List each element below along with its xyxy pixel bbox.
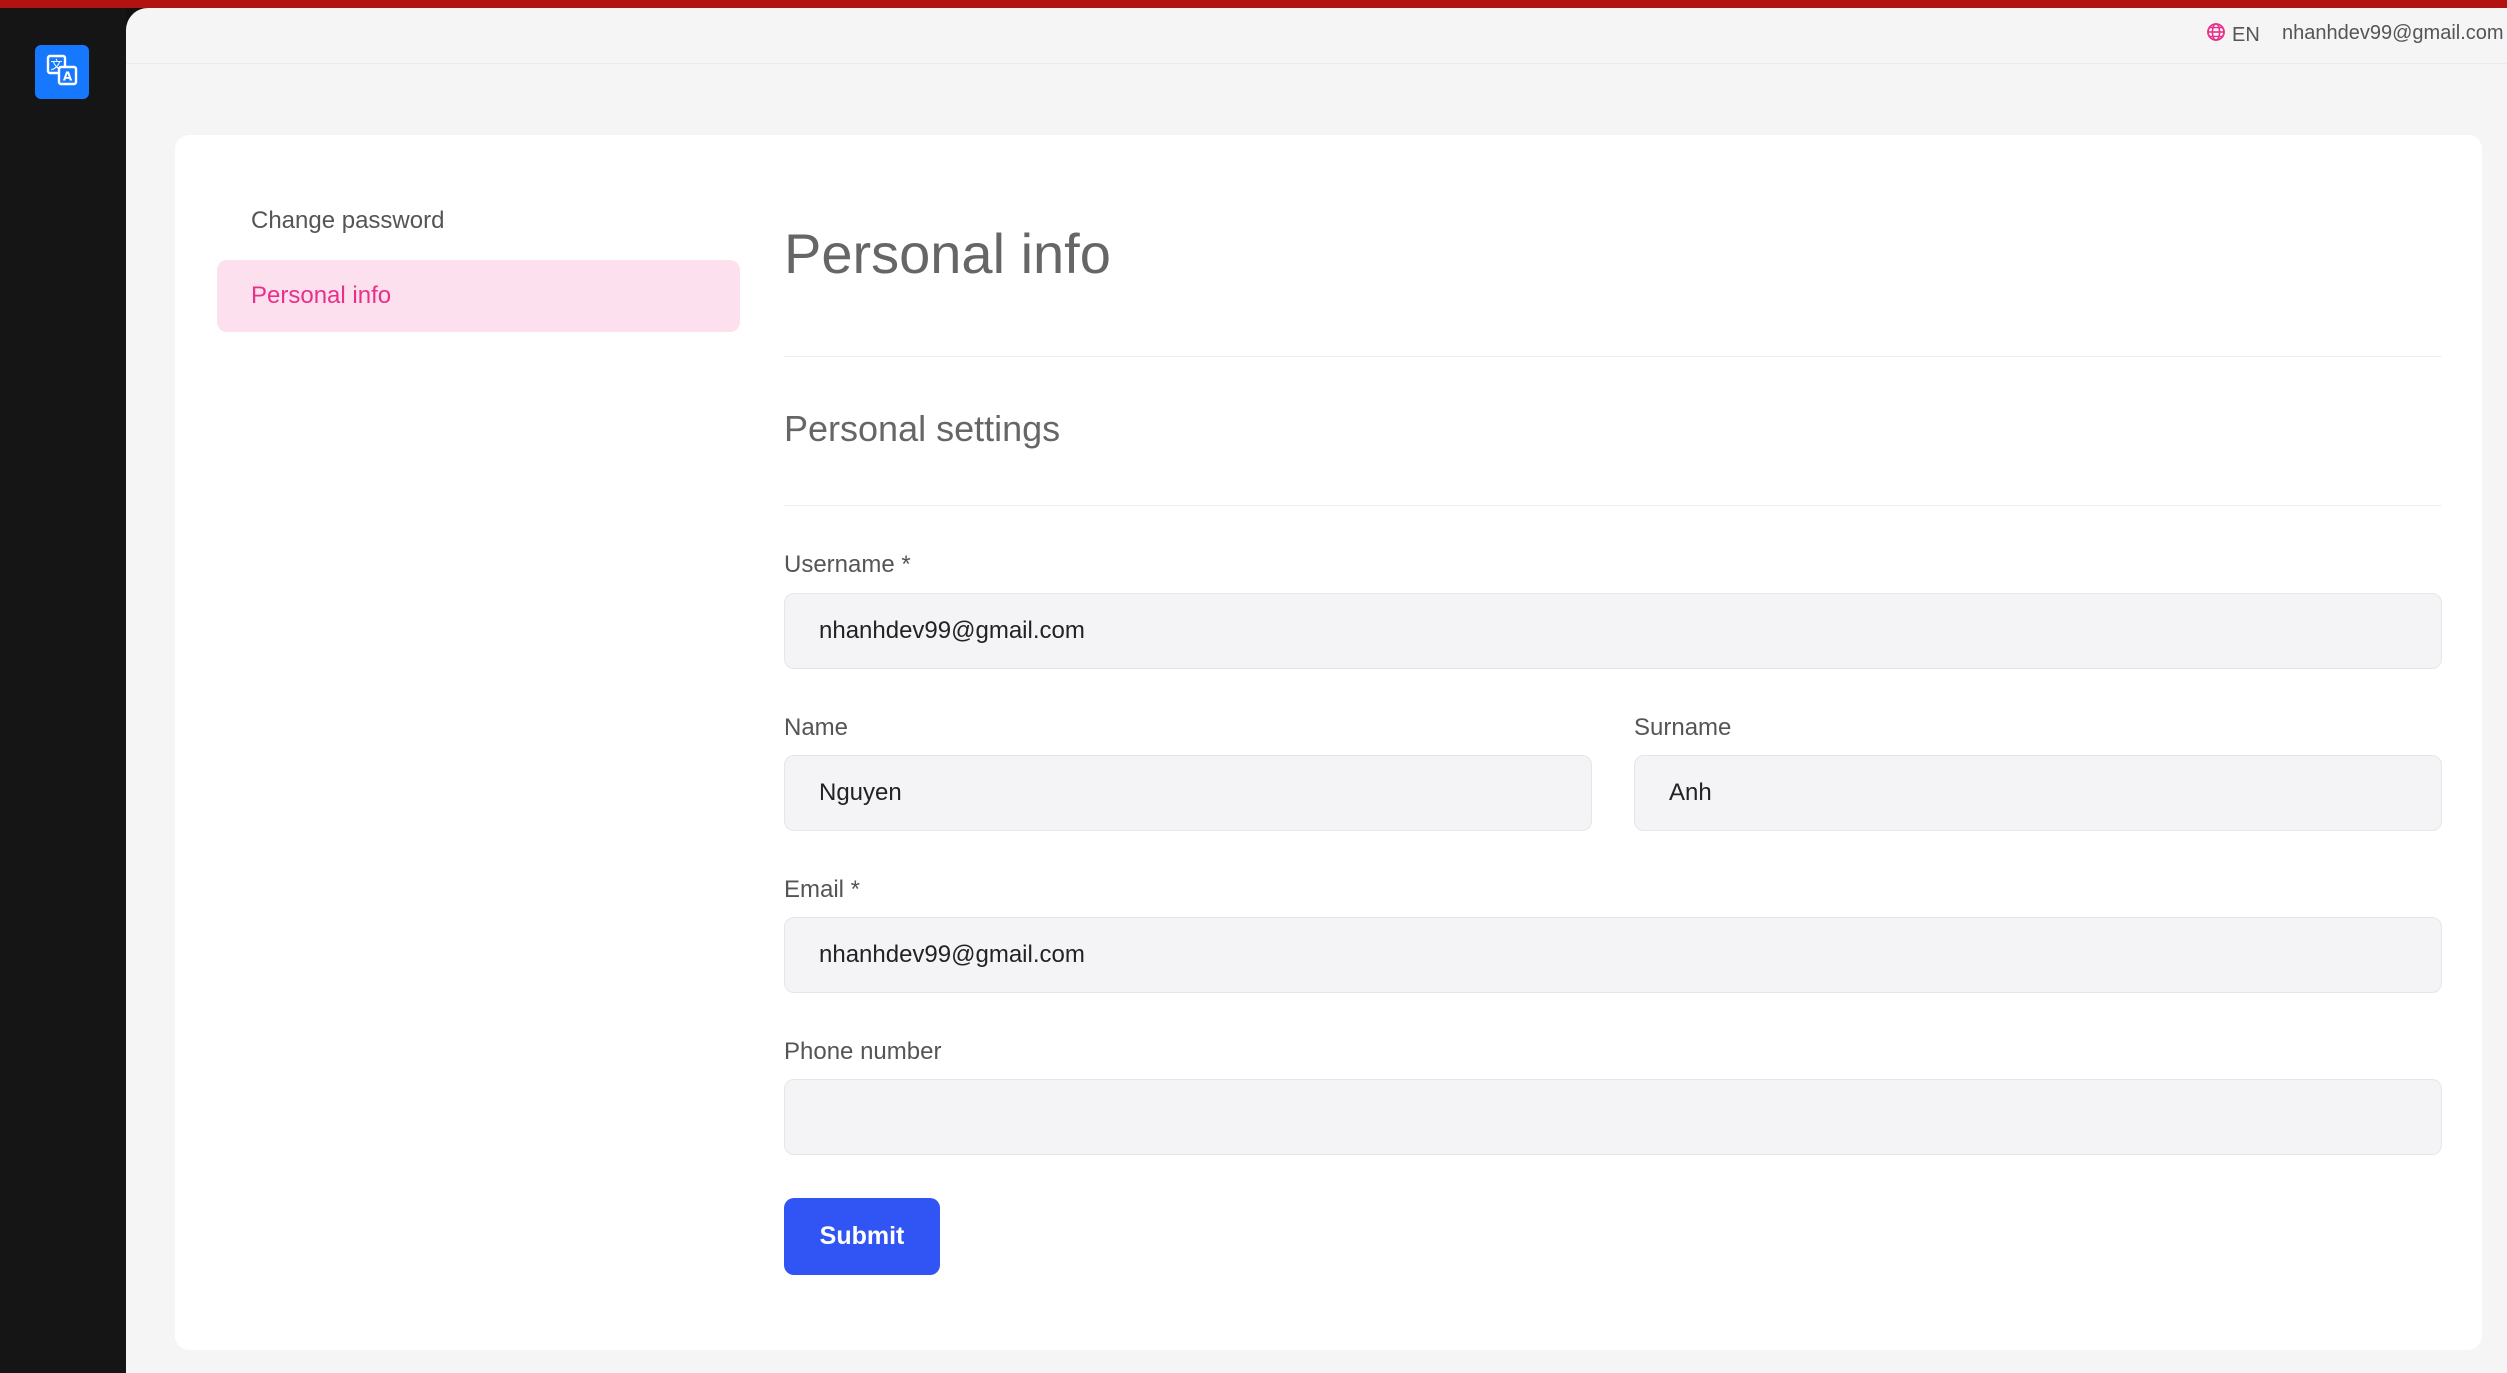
surname-input[interactable] bbox=[1634, 755, 2442, 831]
nav-item-personal-info[interactable]: Personal info bbox=[217, 260, 740, 332]
svg-text:A: A bbox=[63, 69, 73, 83]
username-label: Username * bbox=[784, 551, 911, 578]
phone-input[interactable] bbox=[784, 1079, 2442, 1155]
main-area: EN nhanhdev99@gmail.com Change password … bbox=[126, 8, 2507, 1373]
top-header: EN nhanhdev99@gmail.com bbox=[126, 8, 2507, 64]
page-title: Personal info bbox=[784, 222, 1111, 285]
translate-icon: 文 A bbox=[45, 53, 79, 92]
window-top-accent bbox=[0, 0, 2507, 8]
language-label: EN bbox=[2232, 23, 2260, 46]
title-divider bbox=[784, 356, 2442, 357]
phone-label: Phone number bbox=[784, 1038, 942, 1065]
nav-item-change-password[interactable]: Change password bbox=[217, 185, 740, 257]
username-input[interactable] bbox=[784, 593, 2442, 669]
surname-label: Surname bbox=[1634, 714, 1732, 741]
section-divider bbox=[784, 505, 2442, 506]
language-switcher[interactable]: EN bbox=[2206, 22, 2260, 48]
user-menu[interactable]: nhanhdev99@gmail.com bbox=[2282, 22, 2504, 45]
email-label: Email * bbox=[784, 876, 861, 903]
app-logo[interactable]: 文 A bbox=[35, 45, 89, 99]
name-input[interactable] bbox=[784, 755, 1592, 831]
settings-card: Change password Personal info Personal i… bbox=[175, 135, 2482, 1350]
section-title: Personal settings bbox=[784, 408, 1061, 449]
globe-icon bbox=[2206, 22, 2232, 48]
app-sidebar: 文 A bbox=[0, 8, 126, 1373]
email-input[interactable] bbox=[784, 917, 2442, 993]
submit-button[interactable]: Submit bbox=[784, 1198, 940, 1275]
name-label: Name bbox=[784, 714, 849, 741]
